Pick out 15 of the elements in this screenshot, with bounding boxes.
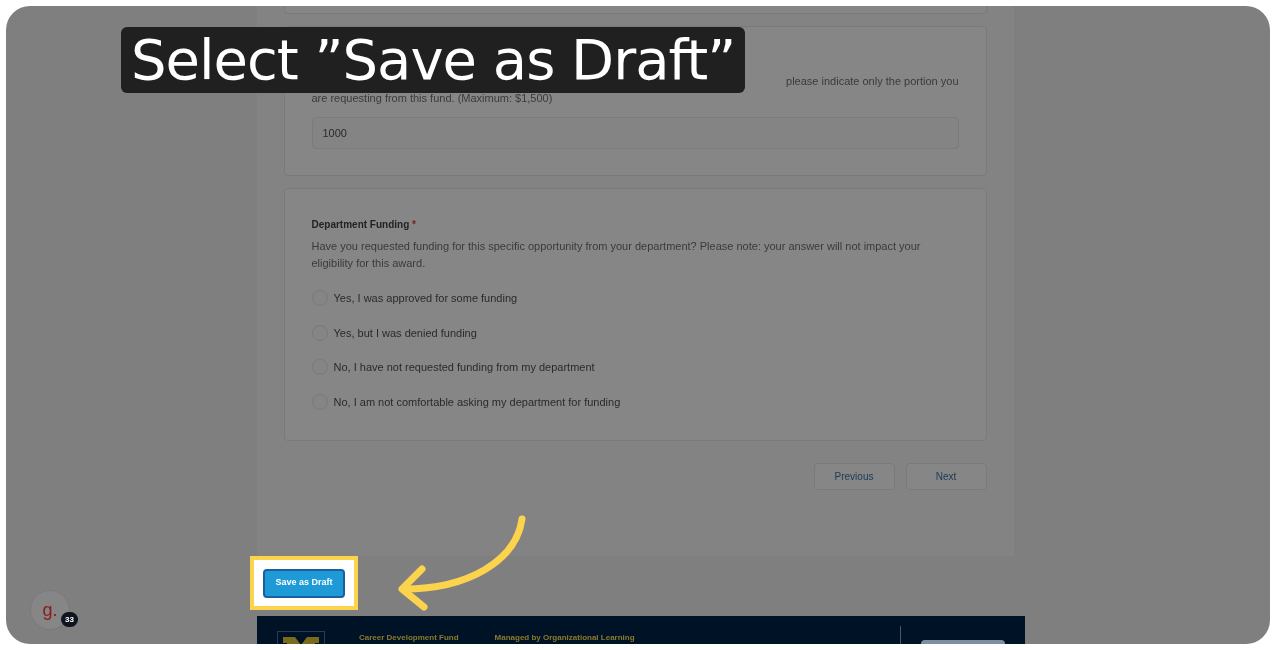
radio-option[interactable]: Yes, but I was denied funding: [311, 324, 959, 341]
next-button[interactable]: Next: [905, 463, 987, 490]
radio-option[interactable]: No, I am not comfortable asking my department for funding: [311, 393, 959, 410]
count-badge: 33: [61, 612, 78, 627]
footer-title: Career Development Fund: [359, 632, 459, 644]
caption-text: Select ”Save as Draft”: [131, 32, 736, 88]
amount-field[interactable]: 1000: [311, 117, 959, 149]
previous-button[interactable]: Previous: [813, 463, 895, 490]
save-draft-button[interactable]: Save as Draft: [263, 568, 345, 598]
question-label: Department Funding *: [311, 218, 417, 232]
footer-text: Managed by Organizational Learning: [494, 632, 635, 644]
description-text: are requesting from this fund. (Maximum: $1,500): [311, 91, 554, 106]
description-text: please indicate only the portion you: [786, 74, 959, 89]
question-description: Have you requested funding for this specific opportunity from your department? Please note: your answer will not impact your eligibility for this award.: [311, 239, 922, 271]
radio-option[interactable]: No, I have not requested funding from my department: [311, 359, 959, 376]
